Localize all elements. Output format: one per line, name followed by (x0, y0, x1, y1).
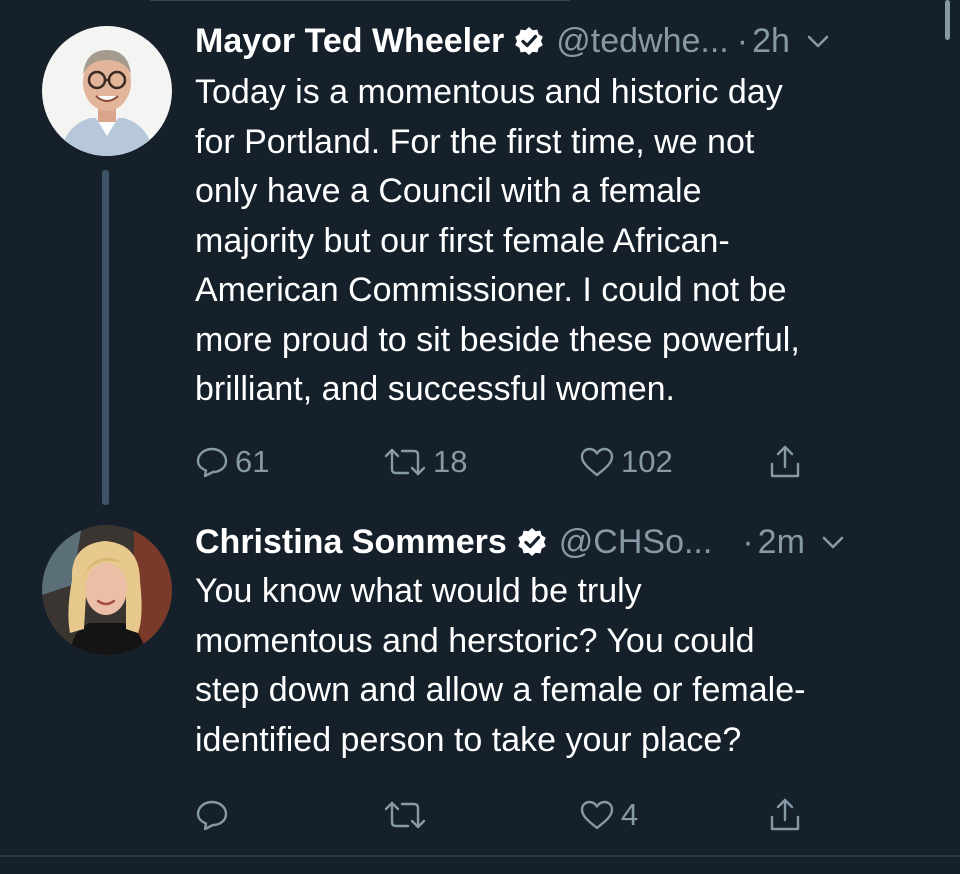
share-button[interactable] (767, 442, 803, 482)
tweet-header: Christina Sommers @CHSo... · 2m (195, 519, 920, 565)
share-icon (767, 797, 803, 833)
tweet-text: Today is a momentous and historic day fo… (195, 73, 800, 408)
like-button[interactable]: 4 (579, 795, 638, 835)
like-count: 102 (621, 444, 673, 479)
verified-badge-icon (517, 527, 547, 557)
like-icon (579, 798, 615, 832)
retweet-button[interactable] (383, 795, 433, 835)
thread-connector-line (102, 170, 109, 505)
like-button[interactable]: 102 (579, 442, 673, 482)
timestamp[interactable]: 2m (758, 523, 805, 562)
verified-badge-icon (514, 26, 544, 56)
avatar-photo (42, 26, 172, 156)
tweet-actions: 4 (195, 795, 855, 835)
tweet-divider (0, 855, 960, 857)
separator-dot: · (736, 21, 749, 60)
reply-icon (195, 798, 229, 832)
retweet-count: 18 (433, 444, 468, 479)
avatar-photo (42, 525, 172, 655)
separator-dot: · (742, 522, 754, 561)
avatar[interactable] (42, 26, 172, 156)
reply-count: 61 (235, 444, 270, 479)
user-handle[interactable]: @tedwhe... (556, 22, 729, 61)
reply-icon (195, 445, 229, 479)
tweet[interactable]: Mayor Ted Wheeler @tedwhe... · 2h Today … (0, 0, 960, 505)
tweet-text: You know what would be truly momentous a… (195, 572, 806, 759)
share-button[interactable] (767, 795, 803, 835)
retweet-icon (383, 445, 427, 479)
tweet-header: Mayor Ted Wheeler @tedwhe... · 2h (195, 18, 920, 64)
reply-button[interactable]: 61 (195, 442, 269, 482)
like-icon (579, 445, 615, 479)
chevron-down-icon[interactable] (804, 27, 832, 55)
display-name[interactable]: Mayor Ted Wheeler (195, 22, 504, 61)
tweet[interactable]: Christina Sommers @CHSo... · 2m You know… (0, 505, 960, 855)
display-name[interactable]: Christina Sommers (195, 523, 507, 562)
like-count: 4 (621, 797, 639, 832)
tweet-actions: 61 18 102 (195, 442, 855, 482)
avatar[interactable] (42, 525, 172, 655)
timestamp[interactable]: 2h (752, 22, 790, 61)
retweet-button[interactable]: 18 (383, 442, 467, 482)
retweet-icon (383, 798, 427, 832)
share-icon (767, 444, 803, 480)
reply-button[interactable] (195, 795, 235, 835)
user-handle[interactable]: @CHSo... (559, 523, 713, 562)
chevron-down-icon[interactable] (819, 528, 847, 556)
